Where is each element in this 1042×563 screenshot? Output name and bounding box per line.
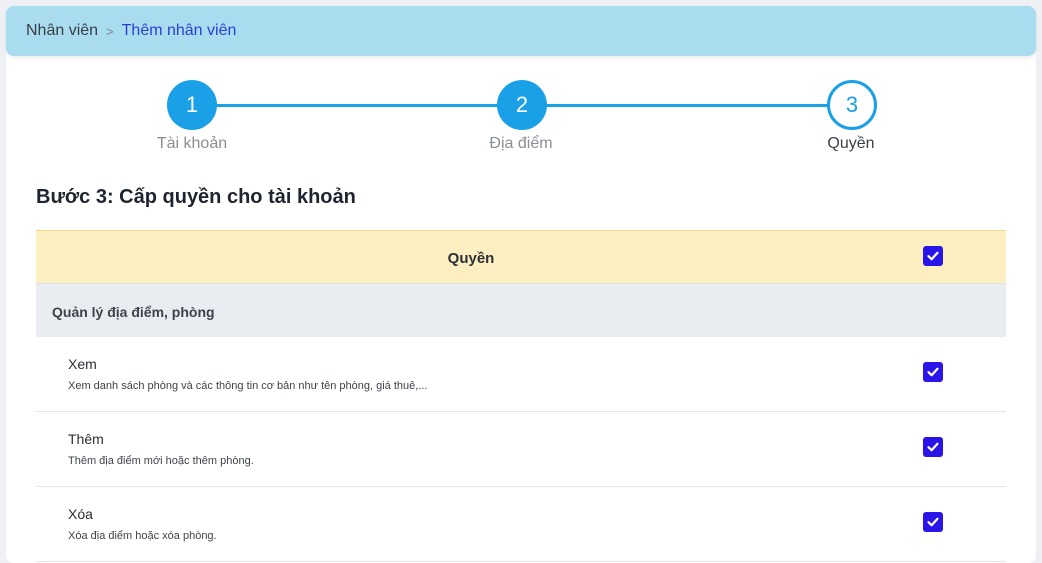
step-connector-2-3 — [545, 104, 830, 107]
step-connector-1-2 — [215, 104, 500, 107]
permissions-table: Quyền Quản lý địa điểm, phòng Xem Xem da… — [36, 230, 1006, 562]
step-2-label: Địa điểm — [489, 135, 553, 152]
column-header-permissions: Quyền — [447, 250, 495, 267]
step-2-circle[interactable]: 2 — [497, 80, 547, 130]
permission-delete-checkbox[interactable] — [923, 512, 943, 532]
permission-view-checkbox[interactable] — [923, 362, 943, 382]
check-icon — [927, 367, 939, 377]
check-icon — [927, 251, 939, 261]
group-row: Quản lý địa điểm, phòng — [36, 283, 1006, 337]
check-icon — [927, 442, 939, 452]
permission-description: Xem danh sách phòng và các thông tin cơ … — [68, 380, 428, 392]
permission-description: Xóa địa điểm hoặc xóa phòng. — [68, 530, 217, 542]
step-3-label: Quyền — [827, 135, 875, 152]
stepper: 1 2 3 Tài khoản Địa điểm Quyền — [0, 0, 1042, 170]
step-1-circle[interactable]: 1 — [167, 80, 217, 130]
table-row: Xóa Xóa địa điểm hoặc xóa phòng. — [36, 487, 1006, 562]
permission-add-checkbox[interactable] — [923, 437, 943, 457]
step-3-circle[interactable]: 3 — [827, 80, 877, 130]
table-row: Xem Xem danh sách phòng và các thông tin… — [36, 337, 1006, 412]
table-row: Thêm Thêm địa điểm mới hoặc thêm phòng. — [36, 412, 1006, 487]
table-header: Quyền — [36, 230, 1006, 283]
section-title: Bước 3: Cấp quyền cho tài khoản — [36, 186, 356, 208]
permission-title: Xem — [68, 356, 97, 372]
permission-title: Thêm — [68, 431, 104, 447]
permission-title: Xóa — [68, 506, 93, 522]
check-icon — [927, 517, 939, 527]
group-label: Quản lý địa điểm, phòng — [52, 304, 215, 320]
step-1-label: Tài khoản — [156, 135, 228, 152]
page: Nhân viên > Thêm nhân viên 1 2 3 Tài kho… — [0, 0, 1042, 563]
select-all-checkbox[interactable] — [923, 246, 943, 266]
permission-description: Thêm địa điểm mới hoặc thêm phòng. — [68, 455, 254, 467]
